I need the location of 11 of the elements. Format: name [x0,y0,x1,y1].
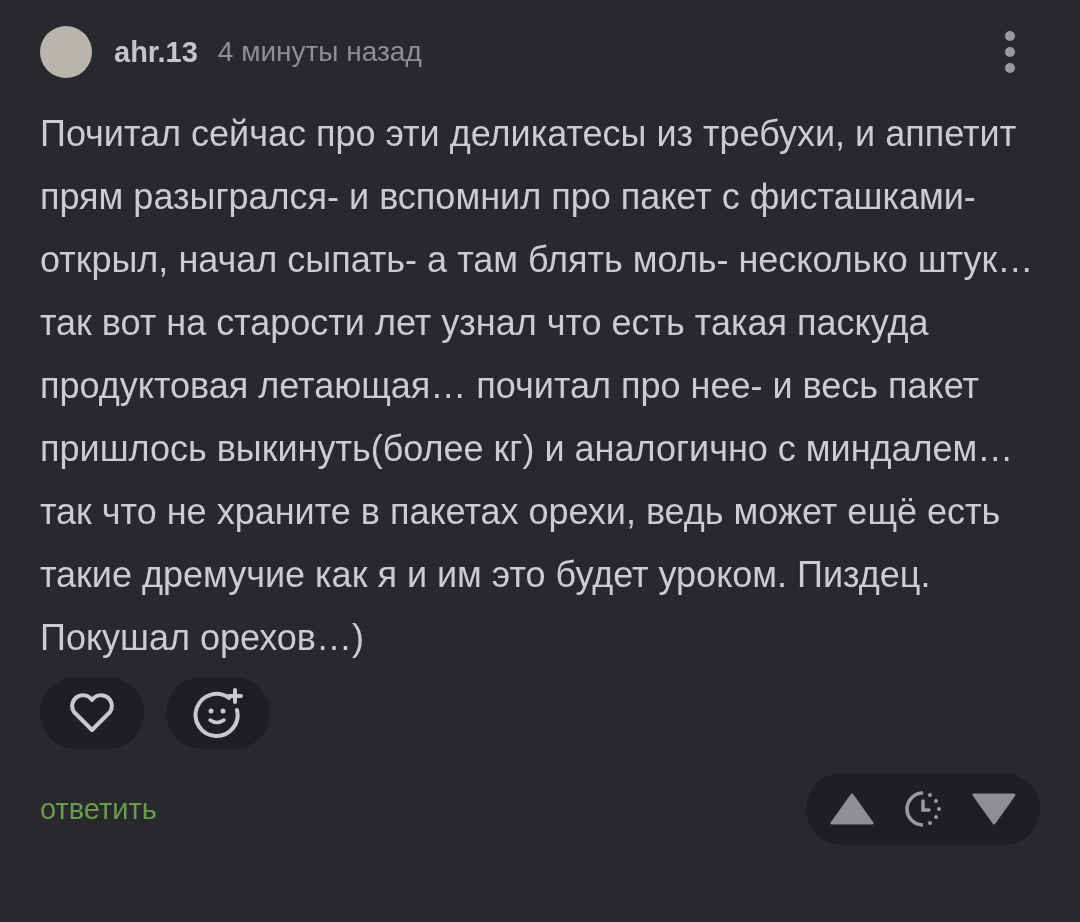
avatar-photo-placeholder[interactable] [40,26,92,78]
heart-icon [69,693,115,733]
add-emoji-icon [193,688,243,738]
comment-text: Почитал сейчас про эти деликатесы из требухи, и аппетит прям разыгрался- и вспомнил про пакет с фисташками- открыл, начал сыпать- а там блять моль- несколько штук… так вот на старости лет узнал что есть такая паскуда продуктовая летающая… почитал про нее- и весь пакет пришлось выкинуть(более кг) и аналогично с миндалем… так что не храните в пакетах орехи, ведь может ещё есть такие дремучие как я и им это будет уроком. Пиздец. Покушал орехов…) [40,112,1035,660]
reply-link[interactable]: ответить [40,792,157,826]
clock-icon [904,790,942,828]
upvote-icon[interactable] [830,793,874,825]
timestamp: 4 минуты назад [217,36,422,68]
more-options-icon[interactable] [1004,30,1016,74]
downvote-icon[interactable] [972,793,1016,825]
username[interactable]: ahr.13 [114,35,198,69]
